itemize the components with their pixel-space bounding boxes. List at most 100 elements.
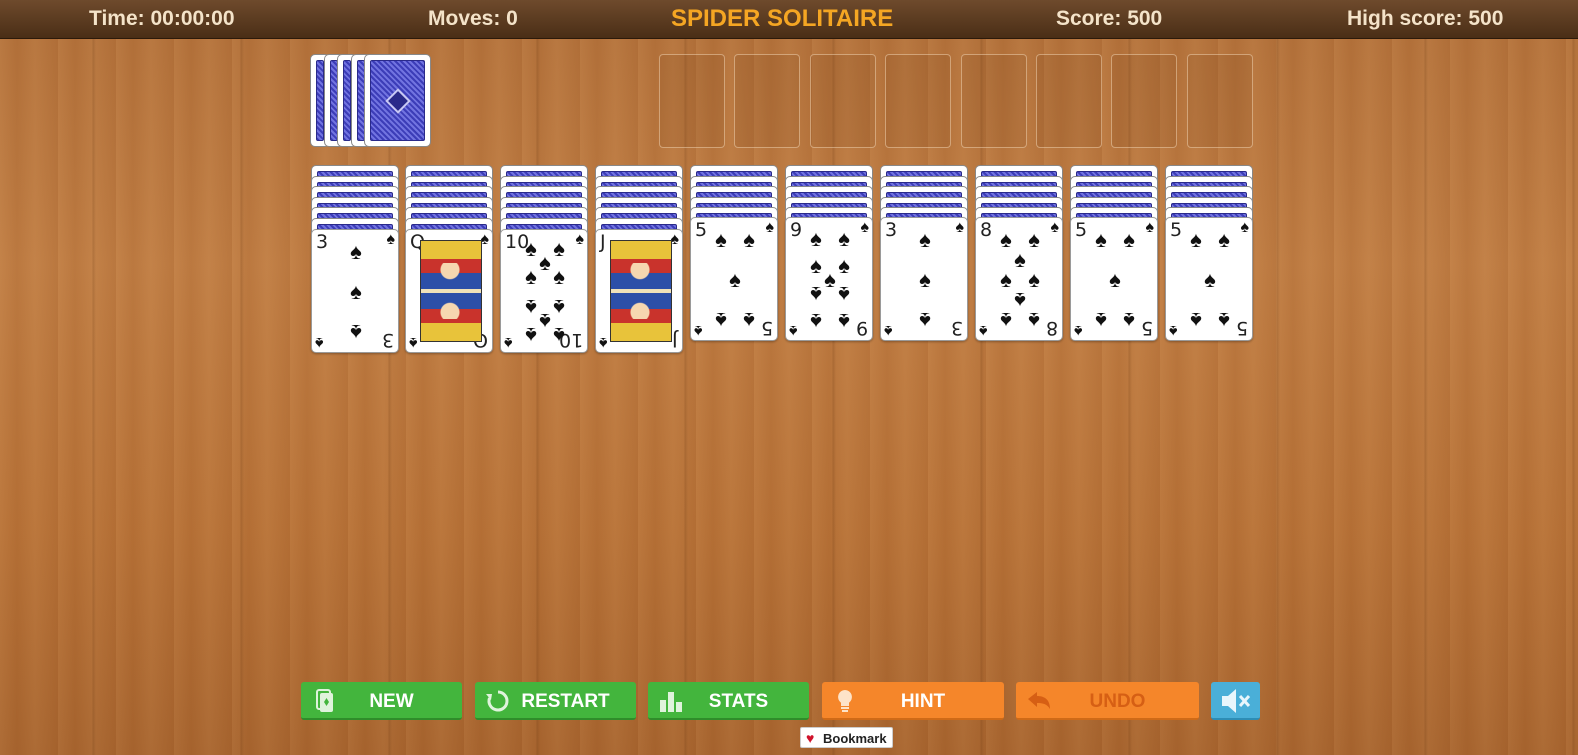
spade-icon: ♠ [1190,227,1202,253]
tableau-card[interactable]: 5 5 ♠ ♠ ♠ ♠ ♠ ♠ ♠ [1165,217,1253,341]
foundation-slot [885,54,952,148]
spade-icon: ♠ [838,281,850,307]
spade-icon: ♠ [525,235,537,261]
time-display: Time: 00:00:00 [89,7,235,30]
speaker-muted-icon [1222,689,1251,713]
spade-icon: ♠ [810,281,822,307]
spade-icon: ♠ [743,227,755,253]
spade-icon: ♠ [504,334,513,351]
diamond-emblem [384,87,411,114]
card-rank: 3 [316,231,329,253]
spade-icon: ♠ [1014,287,1026,313]
card-rank-rotated: 5 [1235,317,1248,339]
spade-icon: ♠ [553,323,565,349]
game-title: SPIDER SOLITAIRE [671,5,894,32]
bookmark-button[interactable]: ♥ Bookmark [800,727,893,748]
spade-icon: ♠ [1109,267,1121,292]
spade-icon: ♠ [1190,307,1202,333]
spade-icon: ♠ [1095,307,1107,333]
spade-icon: ♠ [1218,227,1230,253]
card-rank: 5 [1075,219,1088,241]
spade-icon: ♠ [1000,227,1012,253]
spade-icon: ♠ [955,219,965,236]
spade-icon: ♠ [838,308,850,334]
undo-button[interactable]: UNDO [1016,682,1199,720]
card-rank: J [600,231,606,253]
card-rank-rotated: 5 [1140,317,1153,339]
spade-icon: ♠ [1074,322,1083,339]
foundation-slot [734,54,801,148]
restart-button[interactable]: RESTART [475,682,636,720]
spade-icon: ♠ [919,267,931,292]
spade-icon: ♠ [525,264,537,290]
new-game-button[interactable]: NEW [301,682,462,720]
court-face-image [420,240,482,342]
spade-icon: ♠ [1204,267,1216,292]
spade-icon: ♠ [1218,307,1230,333]
spade-icon: ♠ [715,227,727,253]
foundation-slot [809,54,876,148]
card-rank: 3 [885,219,898,241]
spade-icon: ♠ [599,334,608,351]
new-game-label: NEW [369,691,414,712]
tableau-card[interactable]: 9 9 ♠ ♠ ♠ ♠ ♠ ♠ ♠ ♠ ♠ ♠ ♠ [785,217,873,341]
spade-icon: ♠ [525,323,537,349]
heart-icon: ♥ [806,730,815,746]
spade-icon: ♠ [838,253,850,279]
stats-button[interactable]: STATS [648,682,809,720]
card-rank-rotated: 8 [1045,317,1058,339]
foundation-slot [659,54,725,148]
card-back-pattern [343,60,351,141]
spade-icon: ♠ [539,250,551,276]
stock-top-card[interactable] [364,54,431,147]
hint-button[interactable]: HINT [822,682,1004,720]
card-rank: 5 [695,219,708,241]
card-rank-rotated: 3 [381,329,394,351]
spade-icon: ♠ [1123,227,1135,253]
stats-label: STATS [708,691,769,712]
mute-button[interactable] [1211,682,1260,720]
tableau-card[interactable]: 3 3 ♠ ♠ ♠ ♠ ♠ [311,229,399,353]
spade-icon: ♠ [1145,219,1155,236]
spade-icon: ♠ [1028,267,1040,292]
spade-icon: ♠ [765,219,775,236]
spade-icon: ♠ [1050,219,1060,236]
tableau-card[interactable]: 3 3 ♠ ♠ ♠ ♠ ♠ [880,217,968,341]
card-back-pattern [316,60,324,141]
spade-icon: ♠ [810,226,822,252]
court-face-image [610,240,672,342]
spade-icon: ♠ [789,322,798,339]
spade-icon: ♠ [1028,227,1040,253]
spade-icon: ♠ [1000,267,1012,292]
spade-icon: ♠ [350,319,362,345]
tableau-card[interactable]: QQ♠♠ [405,229,493,353]
spade-icon: ♠ [539,308,551,334]
spade-icon: ♠ [884,322,893,339]
foundation-slot [1036,54,1102,148]
spade-icon: ♠ [860,219,870,236]
tableau-card[interactable]: 5 5 ♠ ♠ ♠ ♠ ♠ ♠ ♠ [690,217,778,341]
card-rank-rotated: 9 [855,317,868,339]
card-rank-rotated: 3 [950,317,963,339]
spade-icon: ♠ [386,231,396,248]
score-display: Score: 500 [1056,7,1163,30]
spade-icon: ♠ [315,334,324,351]
spade-icon: ♠ [838,226,850,252]
tableau-card[interactable]: 8 8 ♠ ♠ ♠ ♠ ♠ ♠ ♠ ♠ ♠ ♠ [975,217,1063,341]
card-rank: 9 [790,219,803,241]
hint-label: HINT [900,691,946,712]
tableau-card[interactable]: 5 5 ♠ ♠ ♠ ♠ ♠ ♠ ♠ [1070,217,1158,341]
tableau-card[interactable]: 10 10 ♠ ♠ ♠ ♠ ♠ ♠ ♠ ♠ ♠ ♠ ♠ ♠ [500,229,588,353]
spade-icon: ♠ [729,267,741,292]
spade-icon: ♠ [743,307,755,333]
spade-icon: ♠ [1123,307,1135,333]
moves-display: Moves: 0 [428,7,518,30]
card-back-pattern [370,60,425,141]
spade-icon: ♠ [715,307,727,333]
spade-icon: ♠ [575,231,585,248]
tableau-card[interactable]: J J ♠ ♠ [595,229,683,353]
restart-label: RESTART [521,691,610,712]
spade-icon: ♠ [553,235,565,261]
spade-icon: ♠ [1014,247,1026,273]
spade-icon: ♠ [1169,322,1178,339]
